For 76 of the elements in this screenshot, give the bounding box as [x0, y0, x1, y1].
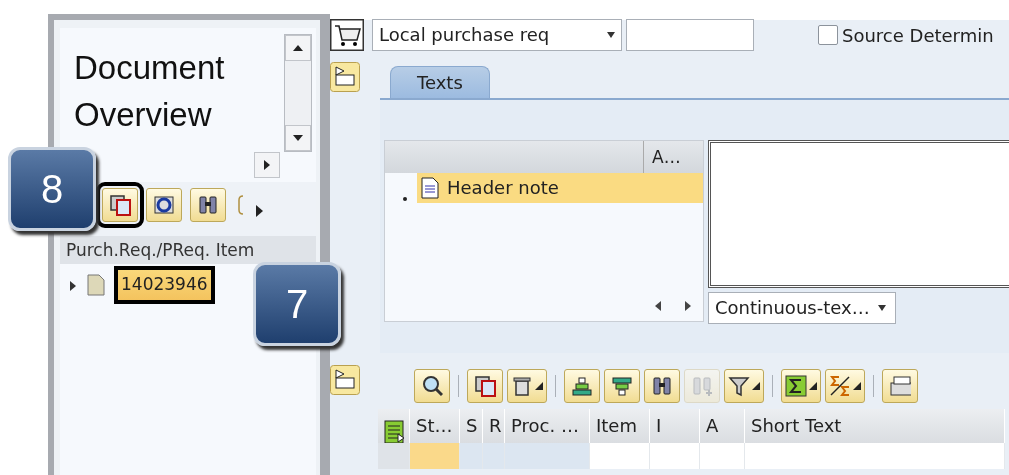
- binoculars-icon: [651, 375, 673, 397]
- sigma-icon: [785, 375, 807, 397]
- column-header[interactable]: I: [650, 409, 700, 443]
- scroll-right-icon: [685, 301, 691, 311]
- callout-badge: 8: [8, 147, 96, 231]
- scroll-right-button[interactable]: [254, 152, 280, 178]
- copy-icon: [474, 375, 496, 397]
- sort-descending-icon: [611, 375, 633, 397]
- dropdown-caret-icon: [877, 305, 886, 311]
- toolbar-button[interactable]: [644, 369, 680, 403]
- toolbar-button[interactable]: [146, 188, 182, 222]
- collapse-icon: [330, 365, 360, 395]
- text-type-row[interactable]: Header note: [417, 173, 703, 203]
- menu-caret-icon: [809, 382, 817, 390]
- toolbar-button[interactable]: [507, 369, 547, 403]
- column-header[interactable]: A: [700, 409, 745, 443]
- toolbar-button-edge-icon: [237, 194, 245, 216]
- trash-icon: [511, 375, 533, 397]
- cart-button[interactable]: [330, 19, 364, 51]
- menu-caret-icon: [535, 382, 543, 390]
- source-determination-checkbox[interactable]: Source Determin: [818, 21, 994, 49]
- bullet-icon: [403, 196, 407, 201]
- column-header[interactable]: Proc. …: [505, 409, 590, 443]
- toolbar-button[interactable]: [414, 369, 450, 403]
- collapse-button[interactable]: [330, 62, 360, 92]
- column-header[interactable]: R: [483, 409, 505, 443]
- table-cell[interactable]: [745, 443, 1005, 469]
- document-number-field[interactable]: [626, 19, 754, 51]
- table-cell[interactable]: [700, 443, 745, 469]
- toolbar-button[interactable]: [564, 369, 600, 403]
- refresh-icon: [153, 194, 175, 216]
- column-header[interactable]: S: [460, 409, 483, 443]
- document-type-dropdown[interactable]: Local purchase req: [372, 19, 622, 51]
- toolbar-button[interactable]: [781, 369, 821, 403]
- table-cell[interactable]: [650, 443, 700, 469]
- binoculars-icon: [197, 194, 219, 216]
- subtotal-icon: [829, 375, 851, 397]
- magnifier-icon: [421, 375, 443, 397]
- dropdown-caret-icon: [607, 32, 615, 38]
- tree-node-label[interactable]: 14023946: [114, 266, 215, 304]
- scroll-down-icon: [293, 135, 303, 141]
- toolbar-button[interactable]: [724, 369, 764, 403]
- panel-title: Document Overview: [73, 48, 226, 135]
- toolbar-button[interactable]: [825, 369, 865, 403]
- column-header[interactable]: Short Text: [745, 409, 1005, 443]
- sort-ascending-icon: [571, 375, 593, 397]
- printer-icon: [889, 375, 911, 397]
- layout-icon: [384, 420, 406, 444]
- format-dropdown[interactable]: Continuous-tex…: [708, 292, 896, 324]
- toolbar-button[interactable]: [467, 369, 503, 403]
- text-editor[interactable]: [708, 140, 1009, 288]
- table-cell[interactable]: [460, 443, 483, 469]
- column-header[interactable]: St…: [410, 409, 460, 443]
- document-icon: [421, 177, 439, 199]
- toolbar-button[interactable]: [190, 188, 226, 222]
- layout-button[interactable]: [378, 409, 410, 443]
- scroll-right-icon: [264, 160, 270, 170]
- table-cell[interactable]: [590, 443, 650, 469]
- menu-caret-icon: [752, 382, 760, 390]
- column-header: A…: [643, 141, 703, 173]
- column-header[interactable]: Item: [590, 409, 650, 443]
- copy-icon: [109, 194, 131, 216]
- document-icon: [86, 274, 106, 296]
- callout-badge: 7: [253, 262, 341, 346]
- table-cell[interactable]: [483, 443, 505, 469]
- scroll-left-icon: [655, 301, 661, 311]
- column-header: Purch.Req./PReq. Item: [60, 236, 316, 264]
- menu-caret-icon: [853, 382, 861, 390]
- filter-icon: [728, 375, 750, 397]
- toolbar-button[interactable]: [604, 369, 640, 403]
- tab[interactable]: Texts: [390, 66, 490, 98]
- table-cell[interactable]: [410, 443, 460, 469]
- collapse-icon: [330, 62, 360, 92]
- table-cell[interactable]: [505, 443, 590, 469]
- binoculars-plus-icon: [691, 375, 713, 397]
- scroll-up-icon: [293, 45, 303, 51]
